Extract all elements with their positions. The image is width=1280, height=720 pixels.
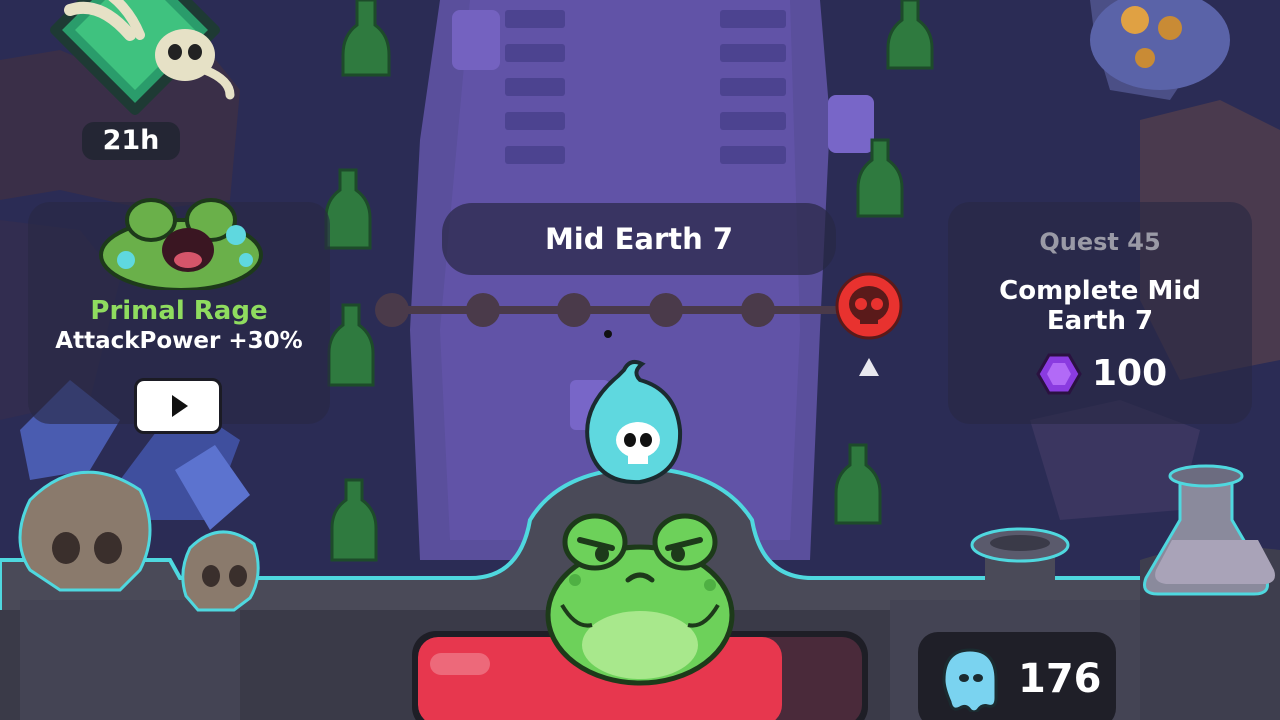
boost-effect: AttackPower +30%: [55, 328, 303, 354]
souls-counter: 176: [918, 632, 1116, 720]
purple-gem-icon: [1036, 353, 1082, 395]
red-skull-icon: [835, 272, 903, 340]
watch-ad-button[interactable]: [134, 378, 222, 434]
stage-node: [741, 293, 775, 327]
event-timer-text: 21h: [102, 125, 160, 156]
quest-line-2: Earth 7: [1046, 306, 1154, 336]
souls-count: 176: [1018, 656, 1102, 702]
play-icon: [172, 395, 188, 417]
event-badge[interactable]: 21h: [30, 0, 240, 165]
stage-node: [557, 293, 591, 327]
quest-title: Quest 45: [1039, 228, 1161, 256]
game-scene: 21h Primal Rage AttackPower +30% Mid Ear…: [0, 0, 1280, 720]
stage-node: [466, 293, 500, 327]
frog-hero[interactable]: [540, 510, 740, 690]
current-stage-marker-icon: [859, 358, 879, 376]
boost-name: Primal Rage: [90, 296, 268, 326]
dust-particle: [604, 330, 612, 338]
quest-panel[interactable]: Quest 45 Complete Mid Earth 7 100: [948, 202, 1252, 424]
stage-node: [649, 293, 683, 327]
health-bar-shine: [430, 653, 490, 675]
stage-node: [375, 293, 409, 327]
level-name: Mid Earth 7: [544, 222, 734, 256]
quest-line-1: Complete Mid: [999, 276, 1201, 306]
boost-panel: Primal Rage AttackPower +30%: [28, 198, 330, 434]
ghost-soul-icon: [942, 648, 998, 712]
quest-reward: 100: [1092, 353, 1168, 394]
raging-frog-icon: [99, 198, 263, 290]
skull-flame-icon: [585, 360, 683, 485]
